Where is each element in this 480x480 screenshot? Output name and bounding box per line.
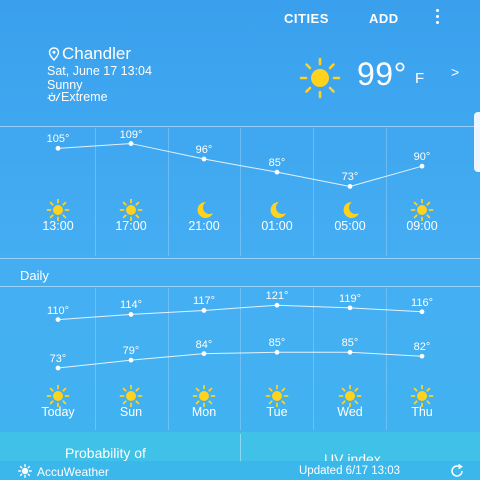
daily-low-line [57, 351, 423, 369]
refresh-icon[interactable] [449, 463, 465, 479]
weather-app: CITIES ADD Chandler Sat, June 17 13:04 S… [0, 0, 480, 480]
daily-high-line-point [55, 317, 61, 323]
daily-high-line-point [128, 311, 134, 317]
daily-low-line-point [274, 349, 280, 355]
daily-high-line-point [347, 305, 353, 311]
probability-card-title[interactable]: Probability of [65, 445, 146, 461]
daily-low-line-point [347, 349, 353, 355]
daily-low-line-point [128, 357, 134, 363]
daily-temperature-graph [55, 302, 425, 371]
daily-low-line-point [419, 353, 425, 359]
daily-high-line [57, 304, 423, 321]
daily-low-line-point [55, 365, 61, 371]
daily-high-line-point [419, 309, 425, 315]
daily-high-line-point [274, 302, 280, 308]
accuweather-logo-icon [18, 464, 32, 478]
daily-high-line-point [201, 308, 207, 313]
accuweather-brand[interactable]: AccuWeather [37, 465, 109, 479]
daily-low-line-point [201, 351, 207, 357]
updated-timestamp: Updated 6/17 13:03 [299, 465, 401, 477]
